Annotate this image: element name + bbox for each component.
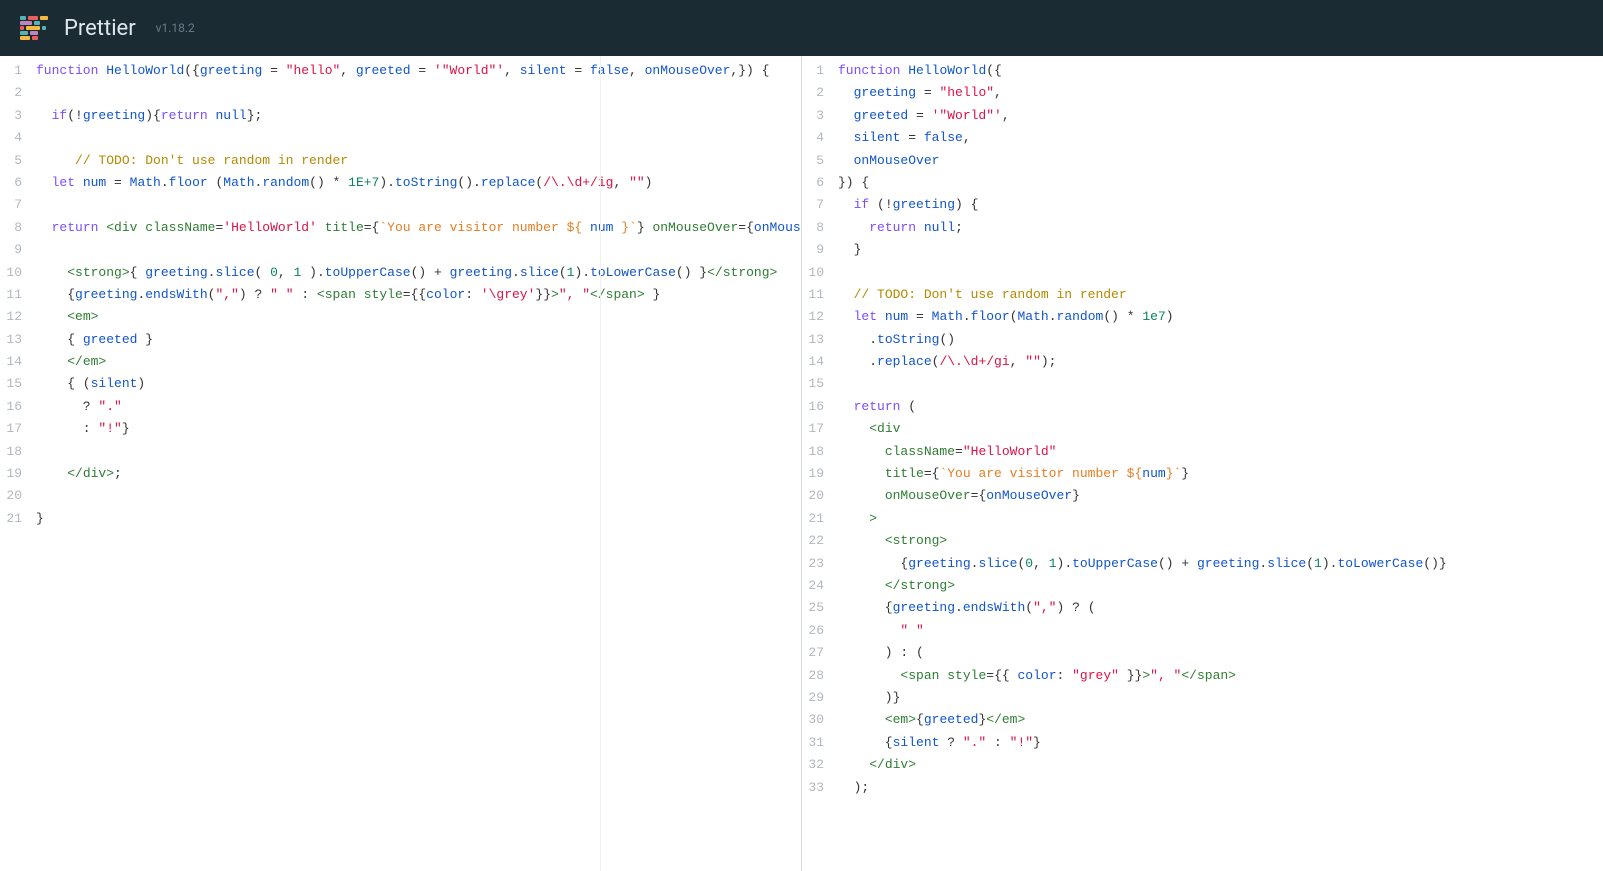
- output-editor[interactable]: 1234567891011121314151617181920212223242…: [802, 56, 1603, 871]
- header: Prettier v1.18.2: [0, 0, 1603, 56]
- input-editor[interactable]: 123456789101112131415161718192021 functi…: [0, 56, 802, 871]
- output-gutter: 1234567891011121314151617181920212223242…: [802, 56, 832, 871]
- editor-panes: 123456789101112131415161718192021 functi…: [0, 56, 1603, 871]
- input-gutter: 123456789101112131415161718192021: [0, 56, 30, 871]
- brand-name: Prettier: [64, 16, 136, 41]
- input-code[interactable]: function HelloWorld({greeting = "hello",…: [30, 56, 802, 871]
- version-label: v1.18.2: [156, 21, 195, 35]
- prettier-logo-icon: [20, 14, 48, 42]
- output-code: function HelloWorld({ greeting = "hello"…: [832, 56, 1603, 871]
